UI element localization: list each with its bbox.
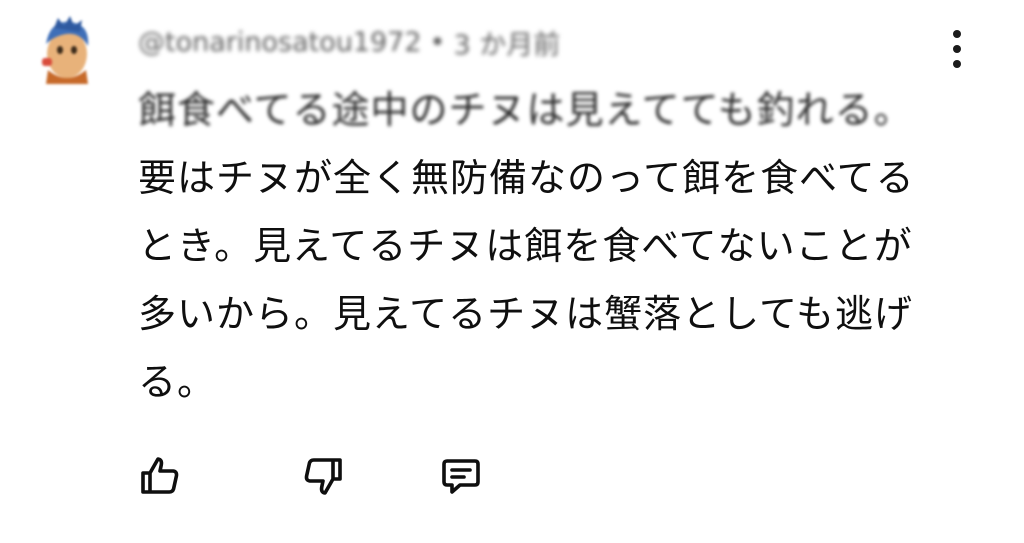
comment-menu-button[interactable] (940, 28, 974, 70)
meta-separator: • (429, 26, 446, 58)
comment-timestamp[interactable]: 3 か月前 (453, 23, 560, 62)
thumbs-down-icon (304, 458, 342, 495)
comment-header: @tonarinosatou1972 • 3 か月前 (138, 20, 560, 64)
comment-text-line1: 餌食べてる途中のチヌは見えてても釣れる。 (138, 88, 913, 132)
dislike-button[interactable] (297, 450, 349, 502)
reply-comment-icon (442, 459, 480, 494)
comment-text: 餌食べてる途中のチヌは見えてても釣れる。 要はチヌが全く無防備なのって餌を食べて… (138, 76, 938, 416)
avatar-image (42, 16, 89, 84)
comment-actions (0, 450, 1024, 502)
author-name[interactable]: @tonarinosatou1972 (138, 27, 422, 58)
thumbs-up-icon (141, 457, 179, 494)
avatar[interactable] (36, 14, 98, 84)
more-vert-icon (953, 30, 961, 38)
comment-text-body: 要はチヌが全く無防備なのって餌を食べてるとき。見えてるチヌは餌を食べてないことが… (138, 156, 915, 404)
like-button[interactable] (134, 450, 186, 502)
reply-button[interactable] (435, 450, 487, 502)
